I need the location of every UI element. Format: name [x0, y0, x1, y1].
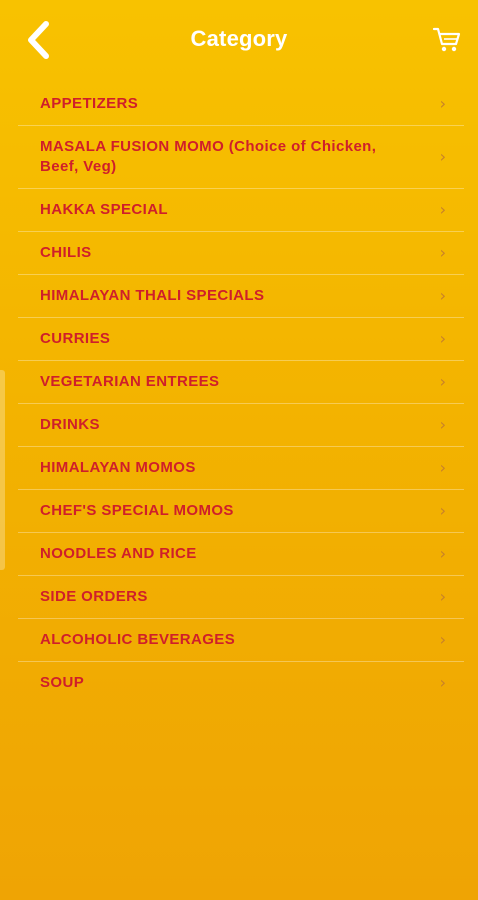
category-list: APPETIZERS › MASALA FUSION MOMO (Choice …: [18, 83, 464, 704]
category-item-soup[interactable]: SOUP ›: [18, 662, 464, 704]
cart-button[interactable]: [432, 26, 462, 54]
chevron-right-icon: ›: [439, 458, 446, 477]
category-label: HIMALAYAN THALI SPECIALS: [40, 287, 265, 304]
chevron-right-icon: ›: [439, 673, 446, 692]
category-item-alcoholic-beverages[interactable]: ALCOHOLIC BEVERAGES ›: [18, 619, 464, 662]
category-item-appetizers[interactable]: APPETIZERS ›: [18, 83, 464, 126]
category-label: MASALA FUSION MOMO (Choice of Chicken, B…: [40, 138, 377, 175]
chevron-right-icon: ›: [439, 501, 446, 520]
category-label: DRINKS: [40, 416, 100, 433]
category-label: VEGETARIAN ENTREES: [40, 373, 220, 390]
chevron-right-icon: ›: [439, 94, 446, 113]
cart-icon: [432, 27, 461, 52]
chevron-right-icon: ›: [439, 243, 446, 262]
chevron-right-icon: ›: [439, 415, 446, 434]
category-label: HIMALAYAN MOMOS: [40, 459, 196, 476]
edge-swipe-handle[interactable]: [0, 370, 5, 570]
chevron-right-icon: ›: [439, 200, 446, 219]
chevron-right-icon: ›: [439, 630, 446, 649]
category-label: CURRIES: [40, 330, 111, 347]
category-label: SOUP: [40, 674, 85, 691]
category-item-himalayan-thali-specials[interactable]: HIMALAYAN THALI SPECIALS ›: [18, 275, 464, 318]
category-label: APPETIZERS: [40, 95, 139, 112]
category-label: CHEF'S SPECIAL MOMOS: [40, 502, 234, 519]
chevron-right-icon: ›: [439, 286, 446, 305]
chevron-right-icon: ›: [439, 372, 446, 391]
category-item-chilis[interactable]: CHILIS ›: [18, 232, 464, 275]
category-label: NOODLES AND RICE: [40, 545, 197, 562]
category-item-side-orders[interactable]: SIDE ORDERS ›: [18, 576, 464, 619]
category-label: ALCOHOLIC BEVERAGES: [40, 631, 236, 648]
category-item-curries[interactable]: CURRIES ›: [18, 318, 464, 361]
category-label: CHILIS: [40, 244, 92, 261]
category-label: SIDE ORDERS: [40, 588, 148, 605]
chevron-right-icon: ›: [439, 329, 446, 348]
category-item-himalayan-momos[interactable]: HIMALAYAN MOMOS ›: [18, 447, 464, 490]
page-title: Category: [190, 26, 288, 51]
chevron-right-icon: ›: [439, 147, 446, 166]
chevron-right-icon: ›: [439, 544, 446, 563]
category-item-chefs-special-momos[interactable]: CHEF'S SPECIAL MOMOS ›: [18, 490, 464, 533]
category-item-hakka-special[interactable]: HAKKA SPECIAL ›: [18, 189, 464, 232]
category-item-vegetarian-entrees[interactable]: VEGETARIAN ENTREES ›: [18, 361, 464, 404]
chevron-right-icon: ›: [439, 587, 446, 606]
category-label: HAKKA SPECIAL: [40, 201, 168, 218]
category-item-drinks[interactable]: DRINKS ›: [18, 404, 464, 447]
category-item-masala-fusion-momo[interactable]: MASALA FUSION MOMO (Choice of Chicken, B…: [18, 126, 464, 189]
category-item-noodles-and-rice[interactable]: NOODLES AND RICE ›: [18, 533, 464, 576]
app-header: Category: [0, 0, 478, 80]
